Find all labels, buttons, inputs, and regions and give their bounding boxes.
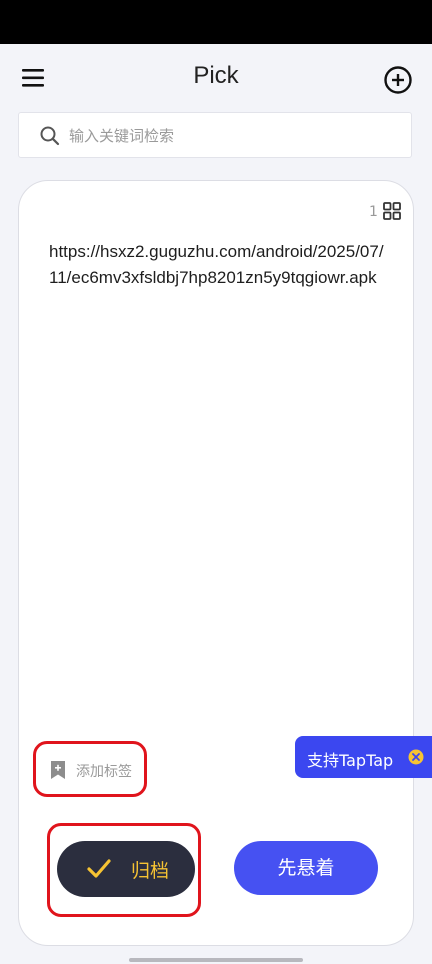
page-count: 1 (369, 204, 378, 220)
status-bar (0, 0, 432, 44)
support-taptap-banner[interactable]: 支持TapTap (295, 736, 432, 778)
archive-highlight: 归档 (47, 823, 201, 917)
add-tag-label: 添加标签 (76, 764, 132, 780)
add-button[interactable] (381, 63, 415, 97)
top-bar: Pick (0, 44, 432, 112)
taptap-label: 支持TapTap (307, 751, 394, 770)
bookmark-plus-icon (51, 761, 65, 779)
archive-label: 归档 (131, 860, 170, 882)
content-card: 1 https://hsxz2.guguzhu.com/android/2025… (18, 180, 414, 946)
search-bar[interactable] (18, 112, 412, 158)
page-title: Pick (193, 62, 239, 89)
plus-circle-icon (384, 66, 412, 94)
search-icon (40, 126, 60, 146)
add-tag-button[interactable]: 添加标签 (33, 741, 147, 797)
home-indicator[interactable] (129, 958, 303, 962)
check-icon (87, 859, 111, 878)
archive-button[interactable]: 归档 (57, 841, 195, 897)
card-content-text[interactable]: https://hsxz2.guguzhu.com/android/2025/0… (49, 239, 389, 291)
close-icon[interactable] (408, 749, 424, 765)
grid-view-icon[interactable] (383, 202, 401, 220)
later-button[interactable]: 先悬着 (234, 841, 378, 895)
search-input[interactable] (67, 121, 391, 151)
